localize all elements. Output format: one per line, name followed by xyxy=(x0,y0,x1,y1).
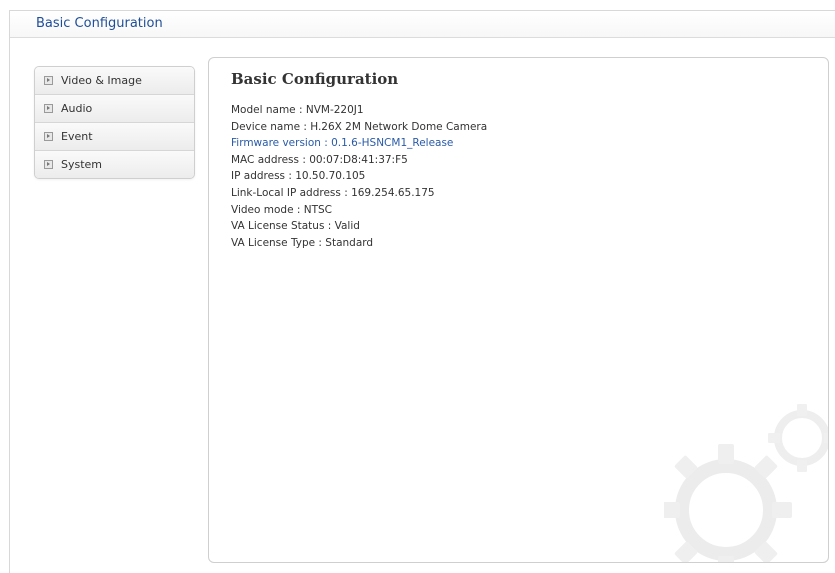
sidebar-item-event[interactable]: Event xyxy=(35,123,194,151)
va-license-status-line: VA License Status : Valid xyxy=(231,220,360,233)
sidebar-item-label: Event xyxy=(61,130,93,143)
ip-address-line: IP address : 10.50.70.105 xyxy=(231,170,366,183)
sidebar-item-label: Video & Image xyxy=(61,74,142,87)
device-info-list: Model name : NVM-220J1 Device name : H.2… xyxy=(231,102,487,251)
model-name-line: Model name : NVM-220J1 xyxy=(231,104,364,116)
expand-arrow-icon xyxy=(44,76,53,85)
content-panel: Basic Configuration Model name : NVM-220… xyxy=(208,57,829,563)
sidebar-item-audio[interactable]: Audio xyxy=(35,95,194,123)
title-bar: Basic Configuration xyxy=(10,11,835,38)
expand-arrow-icon xyxy=(44,160,53,169)
gear-watermark-icon xyxy=(664,404,828,562)
main-frame: Basic Configuration Video & Image Audio … xyxy=(9,10,835,573)
sidebar-item-system[interactable]: System xyxy=(35,151,194,178)
va-license-type-line: VA License Type : Standard xyxy=(231,236,374,249)
sidebar-item-label: System xyxy=(61,158,103,171)
firmware-version-link[interactable]: Firmware version : 0.1.6-HSNCM1_Release xyxy=(231,135,487,152)
link-local-ip-line: Link-Local IP address : 169.254.65.175 xyxy=(231,186,435,199)
expand-arrow-icon xyxy=(44,132,53,141)
sidebar-menu: Video & Image Audio Event System xyxy=(34,66,195,179)
sidebar-item-label: Audio xyxy=(61,102,93,115)
page-title: Basic Configuration xyxy=(36,16,163,31)
device-name-line: Device name : H.26X 2M Network Dome Came… xyxy=(231,120,488,133)
expand-arrow-icon xyxy=(44,104,53,113)
sidebar-item-video-image[interactable]: Video & Image xyxy=(35,67,194,95)
mac-address-line: MAC address : 00:07:D8:41:37:F5 xyxy=(231,153,408,166)
video-mode-line: Video mode : NTSC xyxy=(231,203,333,216)
content-title: Basic Configuration xyxy=(231,70,399,88)
